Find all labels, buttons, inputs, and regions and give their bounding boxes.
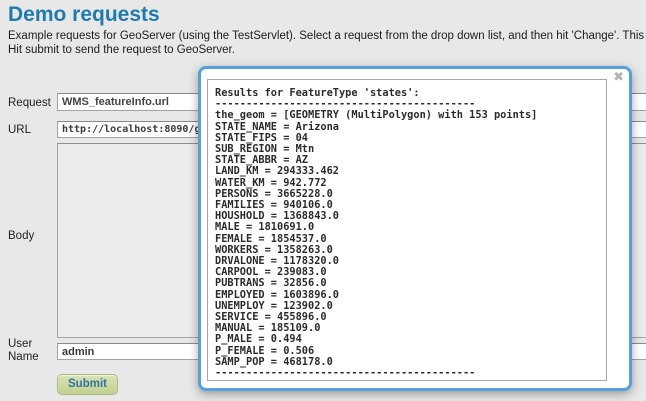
intro-line-2: Hit submit to send the request to GeoSer…	[8, 43, 235, 56]
results-text: Results for FeatureType 'states': ------…	[215, 87, 538, 380]
request-label: Request	[8, 97, 51, 109]
body-label: Body	[8, 230, 35, 242]
intro-line-1: Example requests for GeoServer (using th…	[8, 30, 645, 42]
submit-button[interactable]: Submit	[57, 374, 118, 395]
username-label: User Name	[8, 338, 39, 363]
url-label: URL	[8, 124, 32, 136]
results-modal: ✖ Results for FeatureType 'states': ----…	[198, 66, 632, 391]
demo-requests-page: { "page": { "title": "Demo requests", "i…	[0, 0, 646, 401]
page-title: Demo requests	[8, 3, 160, 26]
results-box: Results for FeatureType 'states': ------…	[207, 79, 607, 381]
intro-text: Example requests for GeoServer (using th…	[8, 30, 646, 57]
close-icon[interactable]: ✖	[613, 70, 624, 86]
